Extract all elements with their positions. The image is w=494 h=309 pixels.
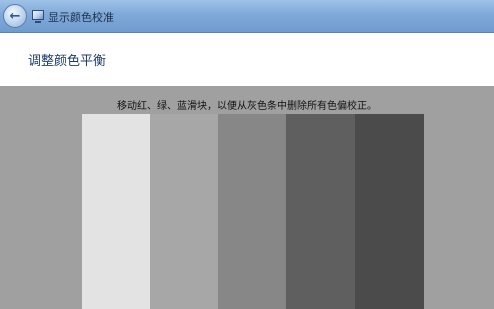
calibration-window: ← 显示颜色校准 调整颜色平衡 移动红、绿、蓝滑块，以便从灰色条中删除所有色偏校… [0, 0, 494, 309]
gray-bar-5 [355, 114, 424, 309]
back-arrow-icon: ← [9, 8, 21, 24]
title-bar: ← 显示颜色校准 [0, 0, 494, 33]
back-button[interactable]: ← [3, 4, 27, 28]
monitor-icon [32, 10, 44, 23]
window-title: 显示颜色校准 [48, 11, 114, 24]
gray-bar-3 [218, 114, 286, 309]
instruction-text: 移动红、绿、蓝滑块，以便从灰色条中删除所有色偏校正。 [117, 101, 377, 112]
gray-bars [82, 114, 424, 309]
gray-bar-1 [82, 114, 150, 309]
gray-bar-4 [286, 114, 355, 309]
page-header: 调整颜色平衡 [0, 33, 494, 86]
content-area: 移动红、绿、蓝滑块，以便从灰色条中删除所有色偏校正。 [0, 86, 494, 309]
page-title: 调整颜色平衡 [28, 54, 107, 69]
gray-bar-2 [150, 114, 218, 309]
